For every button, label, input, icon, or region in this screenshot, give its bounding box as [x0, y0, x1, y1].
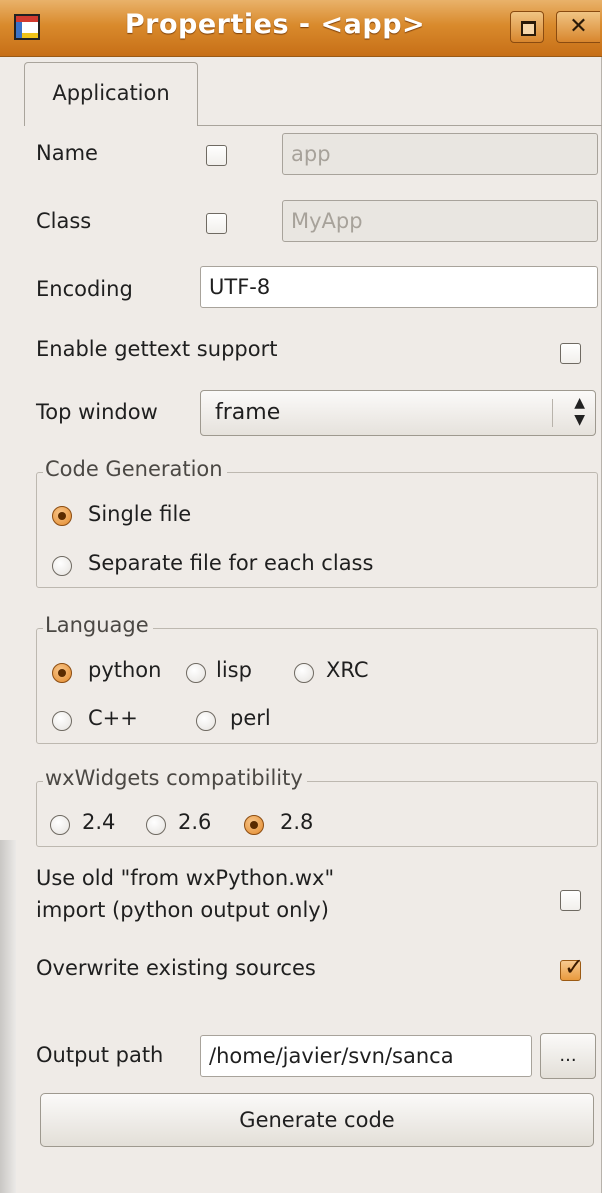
cpp-label: C++: [88, 706, 138, 730]
xrc-label: XRC: [326, 658, 369, 682]
check-icon: ✓: [564, 953, 585, 981]
compat-2-4-radio[interactable]: [50, 815, 70, 835]
title-bar[interactable]: Properties - <app> ✕: [0, 0, 602, 57]
output-path-label: Output path: [36, 1043, 164, 1067]
compat-2-8-label: 2.8: [280, 810, 314, 834]
browse-button[interactable]: ...: [540, 1033, 596, 1079]
window-title: Properties - <app>: [124, 9, 426, 40]
perl-label: perl: [230, 706, 271, 730]
close-button[interactable]: ✕: [556, 11, 600, 43]
top-window-value: frame: [215, 400, 281, 425]
name-field[interactable]: app: [282, 133, 598, 175]
lisp-label: lisp: [216, 658, 252, 682]
old-import-checkbox[interactable]: [560, 890, 581, 911]
overwrite-checkbox[interactable]: ✓: [560, 955, 584, 981]
gettext-label: Enable gettext support: [36, 337, 278, 361]
encoding-label: Encoding: [36, 277, 133, 301]
cpp-radio[interactable]: [52, 711, 72, 731]
compat-2-6-radio[interactable]: [146, 815, 166, 835]
tab-application[interactable]: Application: [24, 62, 198, 126]
close-icon: ✕: [569, 14, 588, 39]
single-file-radio[interactable]: [52, 506, 72, 526]
name-checkbox[interactable]: [206, 145, 227, 166]
tab-divider: [198, 125, 602, 126]
output-path-field[interactable]: /home/javier/svn/sanca: [200, 1035, 532, 1077]
python-radio[interactable]: [52, 663, 72, 683]
combo-separator: [552, 399, 553, 427]
single-file-label: Single file: [88, 502, 192, 526]
encoding-field[interactable]: UTF-8: [200, 266, 598, 308]
compatibility-group: wxWidgets compatibility: [36, 766, 598, 847]
compatibility-title: wxWidgets compatibility: [43, 766, 307, 790]
tab-strip: Application: [0, 56, 602, 126]
separate-file-label: Separate file for each class: [88, 551, 374, 575]
properties-window: Properties - <app> ✕ Application Name ap…: [0, 0, 602, 1193]
xrc-radio[interactable]: [294, 663, 314, 683]
app-window-icon: [14, 14, 40, 40]
old-import-label-line1: Use old "from wxPython.wx": [36, 866, 335, 890]
python-label: python: [88, 658, 162, 682]
name-label: Name: [36, 141, 98, 165]
language-title: Language: [43, 613, 153, 637]
overwrite-label: Overwrite existing sources: [36, 956, 316, 980]
class-checkbox[interactable]: [206, 213, 227, 234]
gettext-checkbox[interactable]: [560, 343, 581, 364]
top-window-select[interactable]: frame ▲ ▼: [200, 390, 596, 436]
lisp-radio[interactable]: [186, 663, 206, 683]
class-field[interactable]: MyApp: [282, 200, 598, 242]
code-generation-title: Code Generation: [43, 457, 227, 481]
perl-radio[interactable]: [196, 711, 216, 731]
separate-file-radio[interactable]: [52, 556, 72, 576]
old-import-label-line2: import (python output only): [36, 898, 329, 922]
maximize-icon: [511, 12, 543, 42]
maximize-button[interactable]: [510, 11, 544, 43]
compat-2-4-label: 2.4: [82, 810, 116, 834]
updown-arrow-icon: ▲ ▼: [574, 395, 585, 428]
compat-2-8-radio[interactable]: [244, 815, 264, 835]
class-label: Class: [36, 209, 92, 233]
compat-2-6-label: 2.6: [178, 810, 212, 834]
top-window-label: Top window: [36, 400, 158, 424]
generate-code-button[interactable]: Generate code: [40, 1093, 594, 1147]
desktop-backdrop: [0, 840, 16, 1193]
